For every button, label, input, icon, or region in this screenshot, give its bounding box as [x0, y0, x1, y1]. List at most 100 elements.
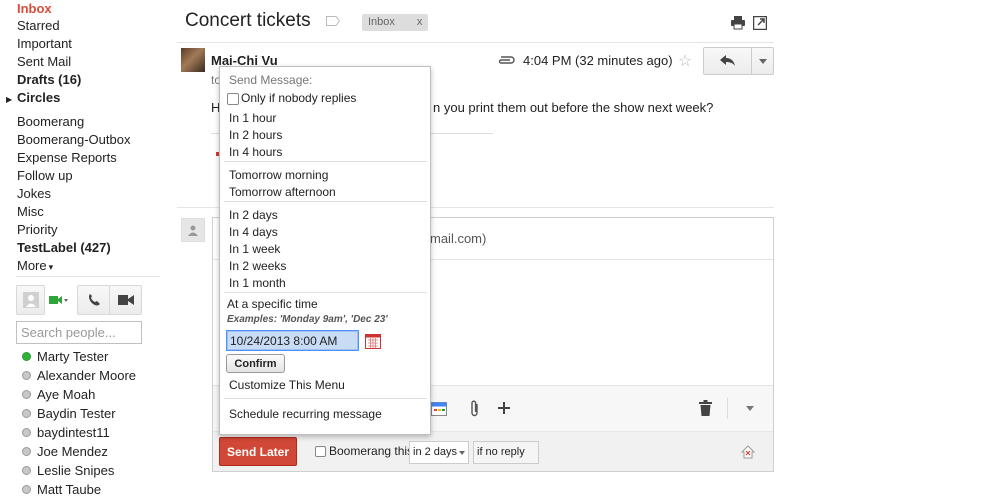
attach-paperclip-icon[interactable] [470, 400, 480, 417]
contact-alexander-moore[interactable]: Alexander Moore [22, 368, 136, 384]
thread-subject: Concert tickets [185, 10, 311, 31]
nav-testlabel[interactable]: TestLabel (427) [17, 239, 111, 257]
remove-label-button[interactable]: x [417, 16, 423, 28]
message-body: n you print them out before the show nex… [433, 100, 714, 115]
menu-separator [224, 201, 427, 202]
new-window-icon[interactable] [753, 16, 767, 30]
message-timestamp: 4:04 PM (32 minutes ago) [523, 53, 673, 68]
offline-status-icon [22, 485, 31, 494]
more-actions-button[interactable] [751, 47, 774, 75]
offline-status-icon [22, 428, 31, 437]
boomerang-checkbox[interactable] [315, 446, 326, 457]
reply-button[interactable] [703, 47, 752, 75]
star-icon[interactable]: ☆ [678, 51, 692, 71]
contact-name: Baydin Tester [37, 406, 116, 421]
nav-important[interactable]: Important [17, 35, 72, 53]
boomerang-condition-select[interactable]: if no reply [473, 441, 539, 464]
contact-joe-mendez[interactable]: Joe Mendez [22, 444, 108, 460]
menu-in-1-month[interactable]: In 1 month [229, 276, 286, 290]
label-tag-icon[interactable] [326, 16, 340, 26]
video-camera-icon [117, 295, 134, 305]
menu-in-2-days[interactable]: In 2 days [229, 208, 278, 222]
contact-leslie-snipes[interactable]: Leslie Snipes [22, 463, 114, 479]
video-call-button[interactable] [109, 285, 142, 315]
expand-arrow-icon[interactable]: ▶ [6, 95, 12, 104]
nav-drafts[interactable]: Drafts (16) [17, 71, 81, 89]
menu-tomorrow-morning[interactable]: Tomorrow morning [229, 168, 328, 182]
header-divider [177, 42, 774, 43]
offline-status-icon [22, 390, 31, 399]
plus-icon[interactable] [498, 402, 510, 414]
nav-boomerang-outbox[interactable]: Boomerang-Outbox [17, 131, 130, 149]
menu-specific-time-label: At a specific time [227, 297, 318, 311]
chevron-down-icon: ▾ [48, 262, 54, 272]
only-if-no-reply-checkbox[interactable] [227, 93, 239, 105]
search-people-input[interactable] [16, 321, 142, 344]
contact-marty-tester[interactable]: Marty Tester [22, 349, 108, 365]
calendar-picker-icon[interactable] [365, 333, 381, 349]
menu-in-4-days[interactable]: In 4 days [229, 225, 278, 239]
menu-heading: Send Message: [229, 73, 313, 87]
calendar-event-icon[interactable] [431, 400, 447, 416]
specific-time-input[interactable] [226, 330, 359, 351]
inbox-label-text: Inbox [368, 16, 395, 28]
send-later-menu: Send Message: Only if nobody replies In … [219, 66, 431, 435]
menu-separator [224, 161, 427, 162]
menu-separator [224, 292, 427, 293]
status-avatar-button[interactable] [16, 285, 45, 315]
trash-icon[interactable] [699, 400, 712, 416]
contact-aye-moah[interactable]: Aye Moah [22, 387, 95, 403]
nav-follow-up[interactable]: Follow up [17, 167, 73, 185]
person-icon [188, 225, 198, 236]
nav-starred[interactable]: Starred [17, 17, 60, 35]
menu-in-1-week[interactable]: In 1 week [229, 242, 280, 256]
boomerang-when-select[interactable]: in 2 days [409, 441, 469, 464]
left-navigation: Inbox Starred Important Sent Mail Drafts… [0, 0, 165, 500]
menu-tomorrow-afternoon[interactable]: Tomorrow afternoon [229, 185, 336, 199]
contact-baydintest11[interactable]: baydintest11 [22, 425, 110, 441]
chevron-down-icon [459, 451, 465, 455]
nav-misc[interactable]: Misc [17, 203, 44, 221]
menu-in-1-hour[interactable]: In 1 hour [229, 111, 276, 125]
offline-status-icon [22, 447, 31, 456]
menu-in-2-weeks[interactable]: In 2 weeks [229, 259, 286, 273]
compose-recipient[interactable]: mail.com) [430, 231, 486, 246]
reply-arrow-icon [719, 55, 735, 66]
nav-expense-reports[interactable]: Expense Reports [17, 149, 117, 167]
contact-name: Marty Tester [37, 349, 109, 364]
nav-priority[interactable]: Priority [17, 221, 57, 239]
nav-jokes[interactable]: Jokes [17, 185, 51, 203]
contact-name: Leslie Snipes [37, 463, 115, 478]
nav-sent-mail[interactable]: Sent Mail [17, 53, 71, 71]
sender-avatar[interactable] [181, 48, 205, 72]
nav-inbox[interactable]: Inbox [17, 0, 52, 18]
contact-baydin-tester[interactable]: Baydin Tester [22, 406, 116, 422]
offline-status-icon [22, 409, 31, 418]
nav-divider [16, 276, 160, 277]
contact-name: baydintest11 [37, 425, 110, 440]
contact-name: Joe Mendez [37, 444, 108, 459]
video-status-button[interactable] [45, 285, 72, 315]
only-if-no-reply-label[interactable]: Only if nobody replies [241, 91, 356, 105]
menu-in-4-hours[interactable]: In 4 hours [229, 145, 282, 159]
menu-in-2-hours[interactable]: In 2 hours [229, 128, 282, 142]
send-later-button[interactable]: Send Later [219, 437, 297, 466]
person-icon [22, 292, 39, 308]
time-examples-hint: Examples: 'Monday 9am', 'Dec 23' [227, 314, 388, 325]
print-icon[interactable] [730, 16, 746, 30]
menu-customize[interactable]: Customize This Menu [229, 378, 345, 392]
contact-matt-taube[interactable]: Matt Taube [22, 482, 101, 498]
my-avatar [181, 218, 205, 242]
boomerang-home-icon[interactable] [740, 444, 756, 460]
nav-more[interactable]: More ▾ [17, 257, 53, 276]
online-status-icon [22, 352, 31, 361]
more-options-caret-icon[interactable] [746, 406, 754, 411]
call-phone-button[interactable] [77, 285, 110, 315]
chevron-down-icon [758, 58, 767, 64]
confirm-button[interactable]: Confirm [226, 354, 285, 373]
nav-boomerang[interactable]: Boomerang [17, 113, 84, 131]
contact-name: Alexander Moore [37, 368, 136, 383]
menu-schedule-recurring[interactable]: Schedule recurring message [229, 407, 382, 421]
nav-circles[interactable]: Circles [17, 89, 60, 107]
toolbar-divider [727, 398, 728, 419]
